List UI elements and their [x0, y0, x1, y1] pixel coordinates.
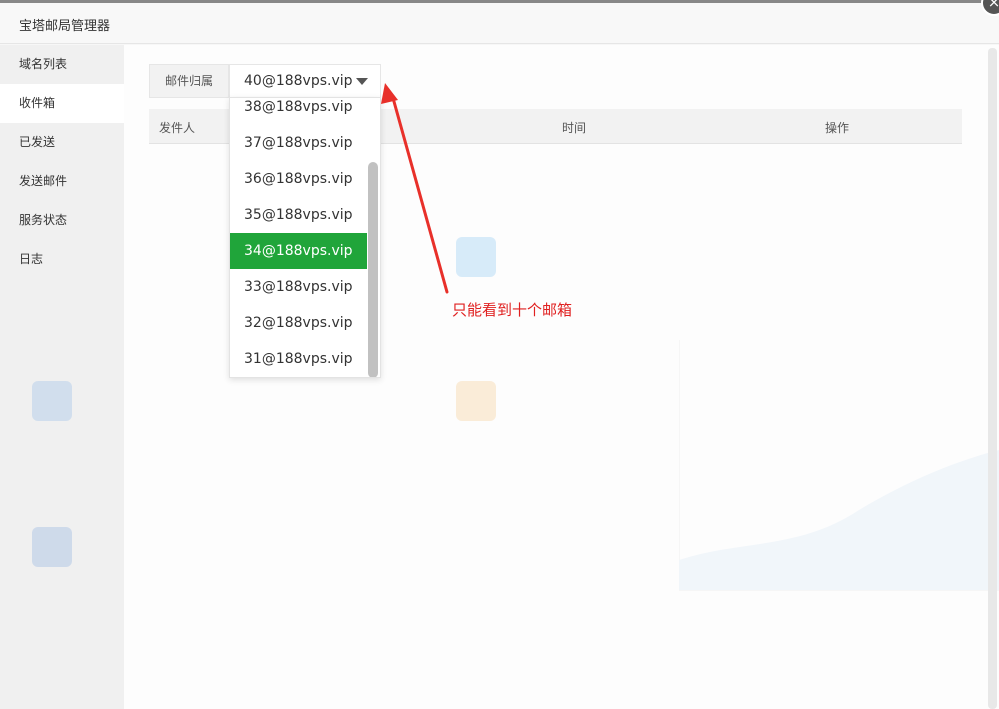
sidebar-item-domain-list[interactable]: 域名列表 — [0, 45, 124, 84]
dropdown-option[interactable]: 36@188vps.vip — [230, 161, 369, 197]
mailbox-select-value: 40@188vps.vip — [244, 73, 353, 89]
chevron-down-icon[interactable] — [356, 78, 368, 85]
window-title: 宝塔邮局管理器 — [19, 19, 111, 34]
sidebar-item-logs[interactable]: 日志 — [0, 240, 124, 279]
sidebar-item-inbox[interactable]: 收件箱 — [0, 84, 124, 123]
faded-tools-icon — [456, 381, 496, 421]
faded-area-chart — [679, 340, 999, 591]
faded-google-icon — [32, 381, 72, 421]
sidebar-item-compose[interactable]: 发送邮件 — [0, 162, 124, 201]
sidebar-item-sent[interactable]: 已发送 — [0, 123, 124, 162]
dropdown-option[interactable]: 31@188vps.vip — [230, 341, 369, 377]
sidebar: 域名列表 收件箱 已发送 发送邮件 服务状态 日志 — [0, 45, 124, 709]
mailbox-filter-label: 邮件归属 — [149, 64, 229, 98]
page-scrollbar[interactable] — [988, 48, 997, 709]
sidebar-item-service-status[interactable]: 服务状态 — [0, 201, 124, 240]
dropdown-option[interactable]: 32@188vps.vip — [230, 305, 369, 341]
dropdown-scroll-thumb[interactable] — [368, 162, 378, 377]
dropdown-option[interactable]: 37@188vps.vip — [230, 125, 369, 161]
column-header-time: 时间 — [562, 121, 587, 135]
mailbox-dropdown: 38@188vps.vip 37@188vps.vip 36@188vps.vi… — [229, 97, 381, 378]
dropdown-option-highlighted[interactable]: 34@188vps.vip — [230, 233, 369, 269]
annotation-note: 只能看到十个邮箱 — [452, 301, 573, 319]
dropdown-option[interactable]: 38@188vps.vip — [230, 98, 369, 125]
dropdown-option[interactable]: 35@188vps.vip — [230, 197, 369, 233]
dropdown-scrollbar[interactable] — [367, 98, 380, 377]
column-header-sender: 发件人 — [159, 121, 196, 135]
title-bar: 宝塔邮局管理器 — [0, 3, 999, 44]
dropdown-option[interactable]: 33@188vps.vip — [230, 269, 369, 305]
faded-m-icon — [32, 527, 72, 567]
faded-mail-icon — [456, 237, 496, 277]
column-header-actions: 操作 — [825, 121, 850, 135]
mailbox-select[interactable]: 40@188vps.vip — [229, 64, 381, 98]
